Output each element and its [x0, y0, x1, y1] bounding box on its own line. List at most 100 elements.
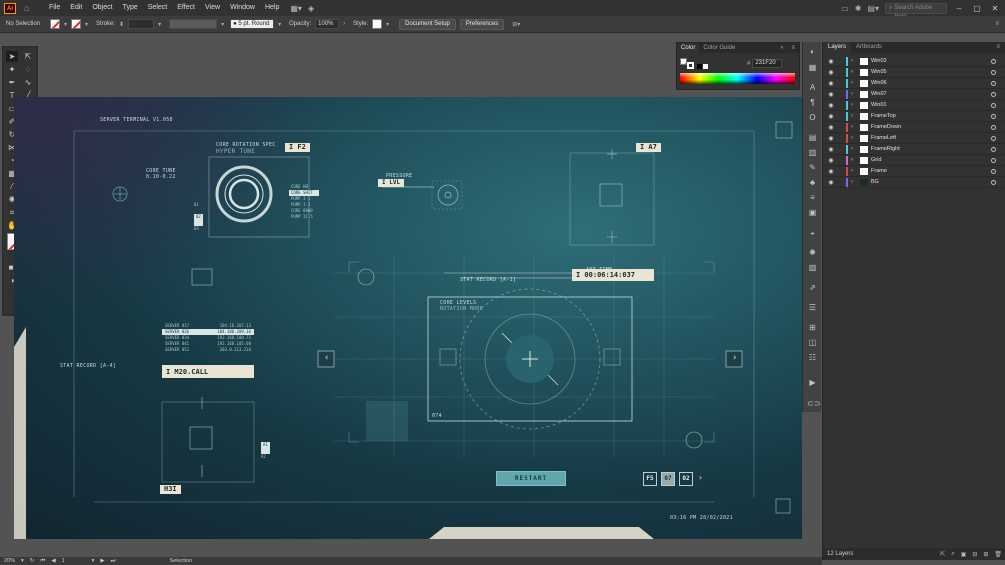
visibility-eye-icon[interactable]: ◉	[826, 69, 836, 76]
layer-target-icon[interactable]	[991, 113, 996, 119]
transparency-icon[interactable]: ◒	[807, 227, 818, 238]
stroke-weight-input[interactable]	[128, 19, 155, 29]
expand-chevron-icon[interactable]: ›	[851, 179, 857, 185]
export-icon[interactable]: ⇗	[807, 282, 818, 293]
gradient-panel-icon[interactable]: ▣	[807, 207, 818, 218]
menu-help[interactable]: Help	[260, 0, 284, 16]
links-icon[interactable]: ⊂⊃	[807, 398, 820, 409]
fill-dropdown-icon[interactable]: ▾	[64, 21, 67, 28]
pathfinder-icon[interactable]: ◫	[807, 337, 818, 348]
white-swatch[interactable]	[703, 64, 708, 69]
expand-chevron-icon[interactable]: ›	[851, 146, 857, 152]
stroke-weight-dropdown-icon[interactable]: ▾	[158, 21, 161, 28]
tab-artboards[interactable]: Artboards	[851, 42, 887, 53]
expand-chevron-icon[interactable]: ›	[851, 102, 857, 108]
maximize-icon[interactable]: ▢	[971, 4, 983, 13]
layer-row[interactable]: ◉ › Win07	[823, 89, 1005, 100]
close-icon[interactable]: ✕	[989, 4, 1001, 13]
layer-name[interactable]: Win01	[871, 102, 887, 108]
next-artboard-icon[interactable]: ▶	[100, 558, 104, 564]
panel-collapse-icon[interactable]: »	[776, 43, 787, 53]
stroke-swatch[interactable]	[71, 19, 82, 29]
artboard-dropdown-icon[interactable]: ▾	[92, 558, 95, 564]
layer-name[interactable]: Win03	[871, 58, 887, 64]
swatches-icon[interactable]: ▦	[807, 62, 818, 73]
control-menu-icon[interactable]: ≡	[995, 21, 999, 27]
color-panel-icon[interactable]: ◐	[807, 46, 818, 57]
visibility-eye-icon[interactable]: ◉	[826, 124, 836, 131]
opacity-arrow-icon[interactable]: ›	[343, 21, 345, 27]
hex-input[interactable]: 231F20	[752, 59, 783, 68]
visibility-eye-icon[interactable]: ◉	[826, 113, 836, 120]
expand-chevron-icon[interactable]: ›	[851, 69, 857, 75]
layer-target-icon[interactable]	[991, 124, 996, 130]
layer-row[interactable]: ◉ › Frame	[823, 166, 1005, 177]
pen-tool-icon[interactable]: ✒	[6, 77, 18, 88]
graphic-styles-icon[interactable]: ▧	[807, 262, 818, 273]
layer-target-icon[interactable]	[991, 146, 996, 152]
brush-definition[interactable]: ● 5 pt. Round	[230, 19, 275, 29]
visibility-eye-icon[interactable]: ◉	[826, 168, 836, 175]
direct-selection-tool-icon[interactable]: ⇱	[22, 51, 34, 62]
layer-row[interactable]: ◉ › FrameLeft	[823, 133, 1005, 144]
layer-name[interactable]: Frame	[871, 168, 887, 174]
locate-object-icon[interactable]: ⌕	[951, 551, 954, 558]
layer-row[interactable]: ◉ › Win06	[823, 78, 1005, 89]
layer-row[interactable]: ◉ › Win05	[823, 67, 1005, 78]
visibility-eye-icon[interactable]: ◉	[826, 157, 836, 164]
artboard-canvas[interactable]: SERVER TERMINAL V1.058 CORE ROTATION SPE…	[14, 97, 802, 539]
layer-row[interactable]: ◉ › FrameTop	[823, 111, 1005, 122]
brush-dropdown-icon[interactable]: ▾	[278, 21, 281, 28]
black-swatch[interactable]	[697, 64, 702, 69]
visibility-eye-icon[interactable]: ◉	[826, 58, 836, 65]
panel-menu-icon[interactable]: ≡	[787, 43, 799, 53]
layer-target-icon[interactable]	[991, 58, 996, 64]
layer-name[interactable]: FrameTop	[871, 113, 896, 119]
workspace-icon[interactable]: ▤▾	[867, 4, 879, 13]
zoom-level[interactable]: 20%	[4, 558, 15, 564]
layer-row[interactable]: ◉ › Grid	[823, 155, 1005, 166]
restart-button[interactable]: RESTART	[496, 471, 566, 486]
menu-type[interactable]: Type	[118, 0, 143, 16]
layer-target-icon[interactable]	[991, 179, 996, 185]
layer-name[interactable]: FrameRight	[871, 146, 900, 152]
actions-icon[interactable]: ☷	[807, 352, 818, 363]
expand-chevron-icon[interactable]: ›	[851, 80, 857, 86]
fill-swatch[interactable]	[50, 19, 60, 29]
menu-file[interactable]: File	[44, 0, 65, 16]
layer-row[interactable]: ◉ › Win03	[823, 56, 1005, 67]
preferences-button[interactable]: Preferences	[459, 18, 505, 30]
style-swatch[interactable]	[372, 19, 383, 29]
curvature-tool-icon[interactable]: ∿	[22, 77, 34, 88]
opentype-icon[interactable]: O	[807, 112, 818, 123]
layer-target-icon[interactable]	[991, 69, 996, 75]
paragraph-icon[interactable]: ¶	[807, 97, 818, 108]
layer-name[interactable]: FrameLeft	[871, 135, 896, 141]
layer-target-icon[interactable]	[991, 80, 996, 86]
expand-chevron-icon[interactable]: ›	[851, 91, 857, 97]
color-stroke-swatch[interactable]	[687, 62, 694, 69]
delete-layer-icon[interactable]: 🗑	[994, 551, 1002, 558]
visibility-eye-icon[interactable]: ◉	[826, 146, 836, 153]
layer-name[interactable]: FrameDown	[871, 124, 901, 130]
tab-color-guide[interactable]: Color Guide	[699, 43, 739, 53]
layer-target-icon[interactable]	[991, 135, 996, 141]
page-07-button[interactable]: 07	[661, 472, 675, 486]
layer-name[interactable]: Win07	[871, 91, 887, 97]
visibility-eye-icon[interactable]: ◉	[826, 80, 836, 87]
profile-dropdown-icon[interactable]: ▾	[221, 21, 224, 28]
last-artboard-icon[interactable]: ⏭	[111, 558, 116, 565]
layer-name[interactable]: Win06	[871, 80, 887, 86]
play-icon[interactable]: ▶	[807, 377, 818, 388]
tab-color[interactable]: Color	[677, 43, 700, 53]
layer-row[interactable]: ◉ › FrameDown	[823, 122, 1005, 133]
layer-name[interactable]: Grid	[871, 157, 881, 163]
minimize-icon[interactable]: –	[953, 4, 965, 13]
color-spectrum[interactable]	[680, 73, 795, 84]
color-fill-swatch[interactable]	[680, 58, 687, 65]
arrange-documents-icon[interactable]: ▦▾	[290, 4, 302, 13]
rotate-view-icon[interactable]: ↻	[30, 558, 35, 564]
layer-row[interactable]: ◉ › BG	[823, 177, 1005, 188]
layer-target-icon[interactable]	[991, 102, 996, 108]
expand-chevron-icon[interactable]: ›	[851, 157, 857, 163]
